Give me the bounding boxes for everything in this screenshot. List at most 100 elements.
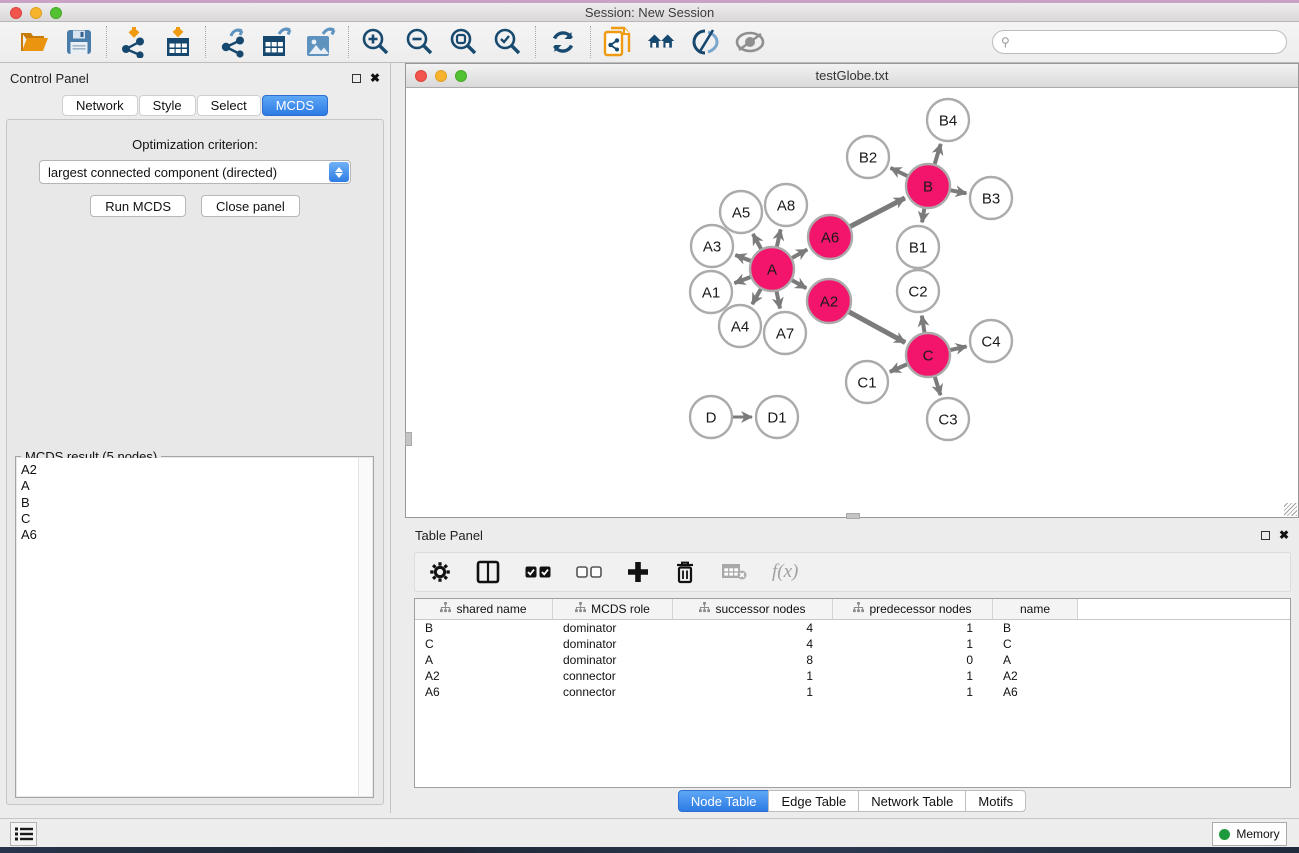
column-header-shared-name[interactable]: shared name xyxy=(415,599,553,619)
column-header-successor-nodes[interactable]: successor nodes xyxy=(673,599,833,619)
function-builder-icon[interactable]: f(x) xyxy=(772,561,798,583)
run-mcds-button[interactable]: Run MCDS xyxy=(90,195,186,217)
toggle-panel-icon[interactable] xyxy=(476,560,500,584)
node-A4[interactable]: A4 xyxy=(719,305,761,347)
network-graph[interactable]: B4 B2 B B3 A8A5 A6 A3 B1 A A1 C2 A2 A4A7 C4 C C1 D D1 C3 xyxy=(406,88,1298,517)
close-table-panel-icon[interactable]: ✖ xyxy=(1279,529,1289,541)
result-item[interactable]: C xyxy=(21,511,372,527)
tab-mcds[interactable]: MCDS xyxy=(262,95,328,116)
maximize-window-icon[interactable] xyxy=(50,7,62,19)
cell-shared-name: C xyxy=(415,637,553,651)
zoom-fit-icon[interactable] xyxy=(448,26,480,58)
node-C2[interactable]: C2 xyxy=(897,270,939,312)
mcds-tab-content: Optimization criterion: largest connecte… xyxy=(6,119,384,805)
close-window-icon[interactable] xyxy=(10,7,22,19)
result-item[interactable]: B xyxy=(21,495,372,511)
close-panel-icon[interactable]: ✖ xyxy=(370,72,380,84)
result-item[interactable]: A2 xyxy=(21,462,372,478)
node-B[interactable]: B xyxy=(906,164,950,208)
import-table-icon[interactable] xyxy=(162,26,194,58)
select-all-icon[interactable] xyxy=(525,565,551,579)
add-column-icon[interactable] xyxy=(627,561,649,583)
delete-column-icon[interactable] xyxy=(674,560,696,584)
network-maximize-icon[interactable] xyxy=(455,70,467,82)
first-neighbors-icon[interactable] xyxy=(646,26,678,58)
tab-edge-table[interactable]: Edge Table xyxy=(768,790,859,812)
node-D[interactable]: D xyxy=(690,396,732,438)
node-A2[interactable]: A2 xyxy=(807,279,851,323)
node-A1[interactable]: A1 xyxy=(690,271,732,313)
float-panel-icon[interactable] xyxy=(352,74,361,83)
table-row[interactable]: Bdominator41B xyxy=(415,620,1290,636)
close-panel-button[interactable]: Close panel xyxy=(201,195,300,217)
column-header-MCDS-role[interactable]: MCDS role xyxy=(553,599,673,619)
tab-motifs[interactable]: Motifs xyxy=(965,790,1026,812)
memory-button[interactable]: Memory xyxy=(1212,822,1287,846)
node-B2[interactable]: B2 xyxy=(847,136,889,178)
mcds-result-list[interactable]: A2ABCA6 xyxy=(17,458,372,796)
optimization-criterion-select[interactable]: largest connected component (directed) xyxy=(39,160,351,184)
canvas-hscroll-thumb[interactable] xyxy=(846,513,860,519)
tab-select[interactable]: Select xyxy=(197,95,261,116)
deselect-all-icon[interactable] xyxy=(576,565,602,579)
tab-style[interactable]: Style xyxy=(139,95,196,116)
network-window-titlebar[interactable]: testGlobe.txt xyxy=(406,64,1298,88)
result-item[interactable]: A6 xyxy=(21,527,372,543)
column-header-name[interactable]: name xyxy=(993,599,1078,619)
table-row[interactable]: A6connector11A6 xyxy=(415,684,1290,700)
node-B1[interactable]: B1 xyxy=(897,226,939,268)
node-A8[interactable]: A8 xyxy=(765,184,807,226)
node-A[interactable]: A xyxy=(750,247,794,291)
table-row[interactable]: Adominator80A xyxy=(415,652,1290,668)
tab-network[interactable]: Network xyxy=(62,95,138,116)
float-table-panel-icon[interactable] xyxy=(1261,531,1270,540)
window-resize-grip[interactable] xyxy=(1284,503,1297,516)
minimize-window-icon[interactable] xyxy=(30,7,42,19)
result-item[interactable]: A xyxy=(21,478,372,494)
delete-table-icon[interactable] xyxy=(721,562,747,582)
import-network-icon[interactable] xyxy=(118,26,150,58)
zoom-out-icon[interactable] xyxy=(404,26,436,58)
zoom-selected-icon[interactable] xyxy=(492,26,524,58)
table-settings-icon[interactable] xyxy=(429,561,451,583)
canvas-vscroll-thumb[interactable] xyxy=(405,432,412,446)
show-hide-graphics-icon[interactable] xyxy=(690,26,722,58)
node-A5[interactable]: A5 xyxy=(720,191,762,233)
export-image-icon[interactable] xyxy=(305,26,337,58)
svg-text:B1: B1 xyxy=(909,239,927,256)
svg-text:D1: D1 xyxy=(767,409,786,426)
refresh-icon[interactable] xyxy=(547,26,579,58)
node-A6[interactable]: A6 xyxy=(808,215,852,259)
task-history-button[interactable] xyxy=(10,822,37,846)
save-session-icon[interactable] xyxy=(63,26,95,58)
cell-MCDS-role: dominator xyxy=(553,653,673,667)
network-snapshot-icon[interactable] xyxy=(602,26,634,58)
node-A3[interactable]: A3 xyxy=(691,225,733,267)
tab-node-table[interactable]: Node Table xyxy=(678,790,770,812)
node-D1[interactable]: D1 xyxy=(756,396,798,438)
node-C4[interactable]: C4 xyxy=(970,320,1012,362)
network-minimize-icon[interactable] xyxy=(435,70,447,82)
node-A7[interactable]: A7 xyxy=(764,312,806,354)
network-canvas[interactable]: B4 B2 B B3 A8A5 A6 A3 B1 A A1 C2 A2 A4A7 C4 C C1 D D1 C3 xyxy=(406,88,1298,517)
open-file-icon[interactable] xyxy=(19,26,51,58)
svg-text:C4: C4 xyxy=(981,333,1000,350)
export-table-icon[interactable] xyxy=(261,26,293,58)
table-row[interactable]: Cdominator41C xyxy=(415,636,1290,652)
node-B3[interactable]: B3 xyxy=(970,177,1012,219)
export-network-icon[interactable] xyxy=(217,26,249,58)
node-B4[interactable]: B4 xyxy=(927,99,969,141)
node-C1[interactable]: C1 xyxy=(846,361,888,403)
tab-network-table[interactable]: Network Table xyxy=(858,790,966,812)
hide-details-icon[interactable] xyxy=(734,26,766,58)
network-close-icon[interactable] xyxy=(415,70,427,82)
zoom-in-icon[interactable] xyxy=(360,26,392,58)
node-C[interactable]: C xyxy=(906,333,950,377)
cell-successor-nodes: 1 xyxy=(673,685,833,699)
search-input[interactable] xyxy=(992,30,1287,54)
node-C3[interactable]: C3 xyxy=(927,398,969,440)
result-list-scrollbar[interactable] xyxy=(358,458,372,796)
table-row[interactable]: A2connector11A2 xyxy=(415,668,1290,684)
column-header-predecessor-nodes[interactable]: predecessor nodes xyxy=(833,599,993,619)
cell-shared-name: A2 xyxy=(415,669,553,683)
